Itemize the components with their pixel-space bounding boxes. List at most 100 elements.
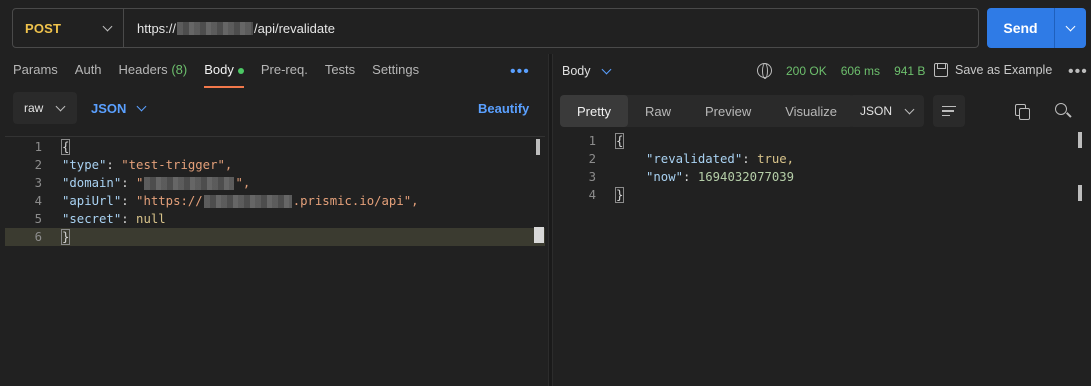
json-key: "type"	[62, 158, 107, 172]
response-section-label: Body	[562, 64, 591, 78]
tab-preview[interactable]: Preview	[688, 95, 768, 127]
response-format-dropdown[interactable]: JSON	[849, 95, 924, 127]
save-as-example-button[interactable]: Save as Example	[934, 63, 1052, 77]
json-value: true,	[757, 152, 795, 166]
json-value-suffix: .prismic.io/api",	[292, 194, 419, 208]
json-key: "domain"	[62, 176, 122, 190]
chevron-down-icon	[601, 64, 611, 74]
json-key: "secret"	[62, 212, 122, 226]
code-line: 1 {	[5, 138, 545, 156]
redacted-value	[203, 195, 292, 208]
tab-auth[interactable]: Auth	[75, 62, 102, 88]
tab-body[interactable]: Body	[204, 62, 244, 88]
tab-tests[interactable]: Tests	[325, 62, 355, 88]
code-line: 2 "revalidated": true,	[560, 150, 1080, 168]
method-selector[interactable]: POST	[13, 9, 124, 47]
globe-icon[interactable]	[757, 63, 772, 79]
tab-label: Params	[13, 62, 58, 77]
response-body-viewer[interactable]: 1 { 2 "revalidated": true, 3 "now": 1694…	[560, 132, 1080, 386]
line-number: 2	[34, 158, 42, 172]
response-size[interactable]: 941 B	[894, 64, 925, 78]
response-scrollbar[interactable]	[1078, 185, 1082, 201]
code-line-current: 6 }	[5, 228, 545, 246]
search-icon[interactable]	[1055, 103, 1067, 115]
send-options-dropdown[interactable]	[1055, 21, 1086, 31]
tab-prereq[interactable]: Pre-req.	[261, 62, 308, 88]
method-label: POST	[25, 20, 62, 36]
response-status-bar: 200 OK 606 ms 941 B	[757, 63, 939, 79]
wrap-icon-line	[942, 110, 954, 112]
tab-label: Auth	[74, 62, 102, 77]
code-line: 5 "secret": null	[5, 210, 545, 228]
url-suffix: /api/revalidate	[254, 20, 335, 36]
chevron-down-icon	[904, 104, 915, 114]
chevron-down-icon	[102, 21, 113, 31]
text-cursor	[534, 227, 544, 243]
json-value-prefix: "	[136, 176, 144, 190]
send-button-group: Send	[987, 8, 1086, 48]
response-time[interactable]: 606 ms	[841, 64, 880, 78]
tab-label: Settings	[372, 62, 420, 77]
wrap-icon-line	[942, 114, 950, 117]
beautify-button[interactable]: Beautify	[478, 101, 529, 116]
line-number: 1	[34, 140, 42, 154]
code-line: 3 "now": 1694032077039	[560, 168, 1080, 186]
chevron-down-icon	[1065, 21, 1076, 31]
headers-count: (8)	[171, 62, 188, 77]
line-number: 1	[588, 134, 596, 148]
tab-raw[interactable]: Raw	[628, 95, 688, 127]
chevron-down-icon	[55, 101, 66, 111]
more-options-icon[interactable]: •••	[1068, 64, 1088, 80]
body-mode-dropdown[interactable]: raw	[13, 92, 77, 124]
code-line: 4 "apiUrl": "https://.prismic.io/api",	[5, 192, 545, 210]
json-value: "test-trigger",	[121, 158, 233, 172]
json-value-suffix: ",	[235, 176, 251, 190]
wrap-lines-button[interactable]	[933, 95, 965, 127]
request-url-bar: POST https:// /api/revalidate	[12, 8, 979, 48]
response-section-selector[interactable]: Body	[562, 64, 611, 78]
json-key: "now"	[646, 170, 684, 184]
format-label: JSON	[860, 104, 893, 118]
line-number: 6	[34, 230, 42, 244]
json-key: "apiUrl"	[62, 194, 122, 208]
body-indicator-dot	[237, 68, 244, 74]
code-line: 3 "domain": " ",	[5, 174, 545, 192]
brace: }	[60, 229, 71, 245]
request-body-editor[interactable]: 1 { 2 "type": "test-trigger", 3 "domain"…	[5, 136, 545, 386]
url-input[interactable]: https:// /api/revalidate	[124, 21, 335, 36]
code-line: 4 }	[560, 186, 1080, 204]
tab-settings[interactable]: Settings	[372, 62, 419, 88]
tab-label: Pre-req.	[260, 62, 308, 77]
json-value: null	[136, 212, 166, 226]
json-value-prefix: "https://	[136, 194, 203, 208]
redacted-host	[177, 21, 254, 35]
save-icon	[934, 63, 948, 77]
body-language-dropdown[interactable]: JSON	[91, 101, 147, 116]
send-button[interactable]: Send	[987, 20, 1054, 36]
json-key: "revalidated"	[646, 152, 743, 166]
tab-label: Headers	[118, 62, 168, 77]
line-number: 3	[34, 176, 42, 190]
wrap-icon-line	[942, 105, 956, 108]
tab-pretty[interactable]: Pretty	[560, 95, 628, 127]
more-options-icon[interactable]: •••	[510, 64, 530, 80]
code-line: 1 {	[560, 132, 1080, 150]
tab-visualize[interactable]: Visualize	[768, 95, 854, 127]
brace: {	[614, 133, 625, 149]
brace: {	[60, 139, 71, 155]
tab-params[interactable]: Params	[13, 62, 58, 88]
pane-divider[interactable]	[548, 54, 553, 386]
tab-headers[interactable]: Headers (8)	[119, 62, 188, 88]
status-code[interactable]: 200 OK	[786, 64, 827, 78]
chevron-down-icon	[136, 101, 147, 111]
code-line: 2 "type": "test-trigger",	[5, 156, 545, 174]
line-number: 4	[34, 194, 42, 208]
response-scrollbar[interactable]	[1078, 132, 1082, 148]
copy-icon[interactable]	[1015, 104, 1030, 120]
body-mode-label: raw	[24, 101, 44, 115]
tab-label: Body	[204, 62, 234, 77]
editor-scrollbar[interactable]	[536, 139, 540, 155]
line-number: 5	[34, 212, 42, 226]
tab-label: Tests	[324, 62, 356, 77]
json-value: 1694032077039	[697, 170, 795, 184]
